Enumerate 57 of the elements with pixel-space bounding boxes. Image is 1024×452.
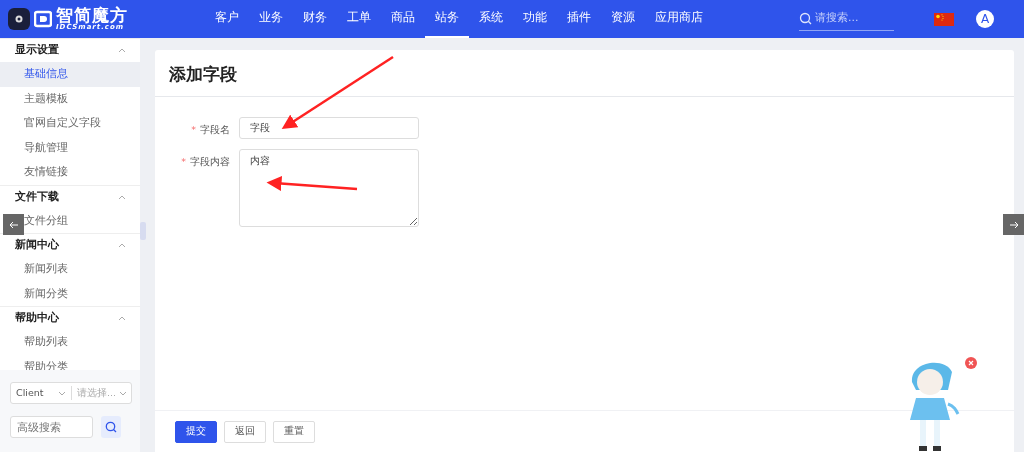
chevron-up-icon[interactable] — [118, 243, 126, 248]
sidebar-item[interactable]: 新闻分类 — [0, 281, 140, 306]
flag-icon[interactable] — [934, 12, 954, 26]
nav-menu-item[interactable]: 财务 — [293, 0, 337, 38]
user-avatar[interactable]: A — [976, 10, 994, 28]
caret-icon — [119, 390, 127, 396]
next-button[interactable] — [1003, 214, 1024, 235]
form-button[interactable]: 返回 — [224, 420, 266, 443]
sidebar-item[interactable]: 文件分组 — [0, 208, 140, 233]
right-arrow-icon — [1008, 220, 1019, 229]
close-icon — [968, 360, 974, 366]
sidebar-item[interactable]: 新闻列表 — [0, 257, 140, 282]
form-button[interactable]: 重置 — [273, 420, 315, 443]
sidebar-item[interactable]: 主题模板 — [0, 86, 140, 111]
nav-menu-item[interactable]: 系统 — [469, 0, 513, 38]
page-title: 添加字段 — [155, 50, 1014, 98]
nav-menu-item[interactable]: 功能 — [513, 0, 557, 38]
nav-menu-item[interactable]: 站务 — [425, 0, 469, 38]
sidebar-item[interactable]: 友情链接 — [0, 160, 140, 185]
chevron-up-icon[interactable] — [118, 316, 126, 321]
logo-icon — [34, 10, 52, 28]
collapse-handle[interactable] — [140, 222, 146, 240]
field-label: * 字段名 — [190, 123, 230, 138]
sidebar-group-title[interactable]: 帮助中心 — [15, 310, 59, 327]
chevron-up-icon[interactable] — [118, 194, 126, 200]
client-select[interactable]: Client — [11, 385, 58, 401]
search-button[interactable] — [101, 416, 121, 438]
nav-menu-item[interactable]: 工单 — [337, 0, 381, 38]
nav-menu-item[interactable]: 应用商店 — [645, 0, 713, 38]
sidebar-item[interactable]: 基础信息 — [0, 62, 140, 87]
field-label: * 字段内容 — [180, 155, 230, 170]
left-arrow-icon — [8, 220, 19, 229]
sidebar-group-title[interactable]: 文件下载 — [15, 188, 59, 206]
nav-menu-item[interactable]: 客户 — [205, 0, 249, 38]
submit-button[interactable]: 提交 — [175, 420, 217, 443]
sidebar-item[interactable]: 导航管理 — [0, 135, 140, 160]
caret-icon — [58, 390, 66, 396]
nav-menu-item[interactable]: 业务 — [249, 0, 293, 38]
chevron-up-icon[interactable] — [118, 48, 126, 53]
required-mark: * — [181, 156, 186, 168]
advanced-search-field[interactable]: 高级搜索 — [10, 416, 93, 438]
search-icon — [105, 421, 117, 433]
previous-button[interactable] — [3, 214, 24, 235]
nav-menu-item[interactable]: 插件 — [557, 0, 601, 38]
nav-menu-item[interactable]: 资源 — [601, 0, 645, 38]
text-field[interactable]: 字段 — [239, 117, 419, 140]
text-area[interactable]: 内容 — [239, 149, 419, 228]
sidebar-item[interactable]: 帮助列表 — [0, 330, 140, 355]
required-mark: * — [191, 124, 196, 136]
nav-menu-item[interactable]: 商品 — [381, 0, 425, 38]
sidebar-group-title[interactable]: 新闻中心 — [15, 237, 59, 254]
plugin-badge-icon[interactable] — [8, 8, 30, 30]
logo-text: 智简魔方 — [56, 7, 128, 24]
sidebar-group-title[interactable]: 显示设置 — [15, 42, 59, 59]
sidebar-item[interactable]: 官网自定义字段 — [0, 111, 140, 136]
search-field[interactable]: 请搜索... — [815, 10, 885, 27]
search-icon — [799, 12, 812, 25]
